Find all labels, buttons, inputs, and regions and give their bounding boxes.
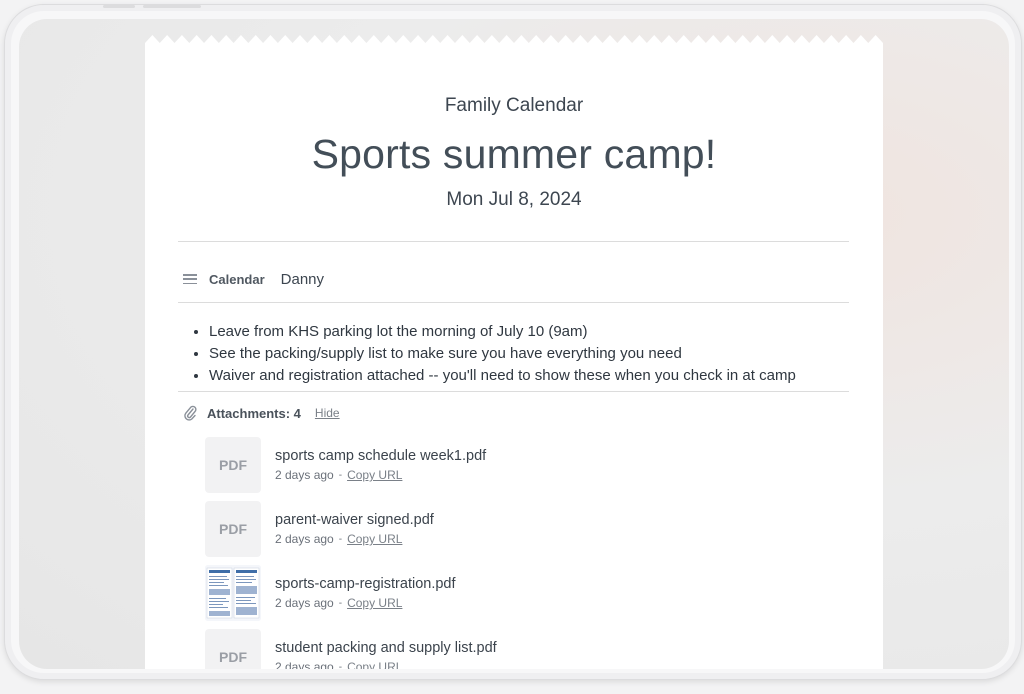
attachment-age: 2 days ago xyxy=(275,596,334,610)
pdf-icon: PDF xyxy=(205,501,261,557)
note-item: Leave from KHS parking lot the morning o… xyxy=(209,321,796,343)
copy-url-link[interactable]: Copy URL xyxy=(347,596,402,610)
device-button xyxy=(143,5,201,8)
tablet-frame: Family Calendar Sports summer camp! Mon … xyxy=(4,4,1022,680)
paperclip-icon xyxy=(184,405,197,421)
divider xyxy=(178,391,849,392)
event-date: Mon Jul 8, 2024 xyxy=(446,189,582,210)
attachment-item[interactable]: PDF sports camp schedule week1.pdf 2 day… xyxy=(205,437,486,493)
pdf-icon: PDF xyxy=(205,437,261,493)
attachment-item[interactable]: PDF student packing and supply list.pdf … xyxy=(205,629,497,669)
divider xyxy=(178,302,849,303)
separator-dot: - xyxy=(338,661,343,670)
calendar-field-label: Calendar xyxy=(209,271,265,287)
pdf-icon: PDF xyxy=(205,629,261,669)
calendar-name: Family Calendar xyxy=(444,95,584,116)
attachment-name[interactable]: parent-waiver signed.pdf xyxy=(275,512,434,528)
separator-dot: - xyxy=(338,597,343,609)
attachment-item[interactable]: PDF parent-waiver signed.pdf 2 days ago … xyxy=(205,501,434,557)
copy-url-link[interactable]: Copy URL xyxy=(347,468,402,482)
attachment-name[interactable]: student packing and supply list.pdf xyxy=(275,640,497,656)
attachment-name[interactable]: sports camp schedule week1.pdf xyxy=(275,448,486,464)
attachments-header: Attachments: 4 Hide xyxy=(183,403,340,423)
attachment-item[interactable]: sports-camp-registration.pdf 2 days ago … xyxy=(205,565,456,621)
hide-attachments-link[interactable]: Hide xyxy=(315,406,340,420)
separator-dot: - xyxy=(338,469,343,481)
attachment-age: 2 days ago xyxy=(275,660,334,669)
copy-url-link[interactable]: Copy URL xyxy=(347,660,402,669)
divider xyxy=(178,241,849,242)
separator-dot: - xyxy=(338,533,343,545)
calendar-field: Calendar Danny xyxy=(183,267,324,291)
tablet-screen: Family Calendar Sports summer camp! Mon … xyxy=(19,19,1009,669)
note-item: See the packing/supply list to make sure… xyxy=(209,343,796,365)
calendar-field-value: Danny xyxy=(280,270,324,288)
event-title: Sports summer camp! xyxy=(311,131,717,177)
document-thumbnail-icon xyxy=(205,565,261,621)
device-button xyxy=(103,5,135,8)
attachments-count: Attachments: 4 xyxy=(207,405,301,421)
event-notes: Leave from KHS parking lot the morning o… xyxy=(189,321,796,387)
copy-url-link[interactable]: Copy URL xyxy=(347,532,402,546)
list-icon xyxy=(183,274,197,284)
attachment-name[interactable]: sports-camp-registration.pdf xyxy=(275,576,456,592)
note-item: Waiver and registration attached -- you'… xyxy=(209,365,796,387)
attachment-age: 2 days ago xyxy=(275,532,334,546)
attachment-age: 2 days ago xyxy=(275,468,334,482)
event-detail-card: Family Calendar Sports summer camp! Mon … xyxy=(145,35,883,669)
